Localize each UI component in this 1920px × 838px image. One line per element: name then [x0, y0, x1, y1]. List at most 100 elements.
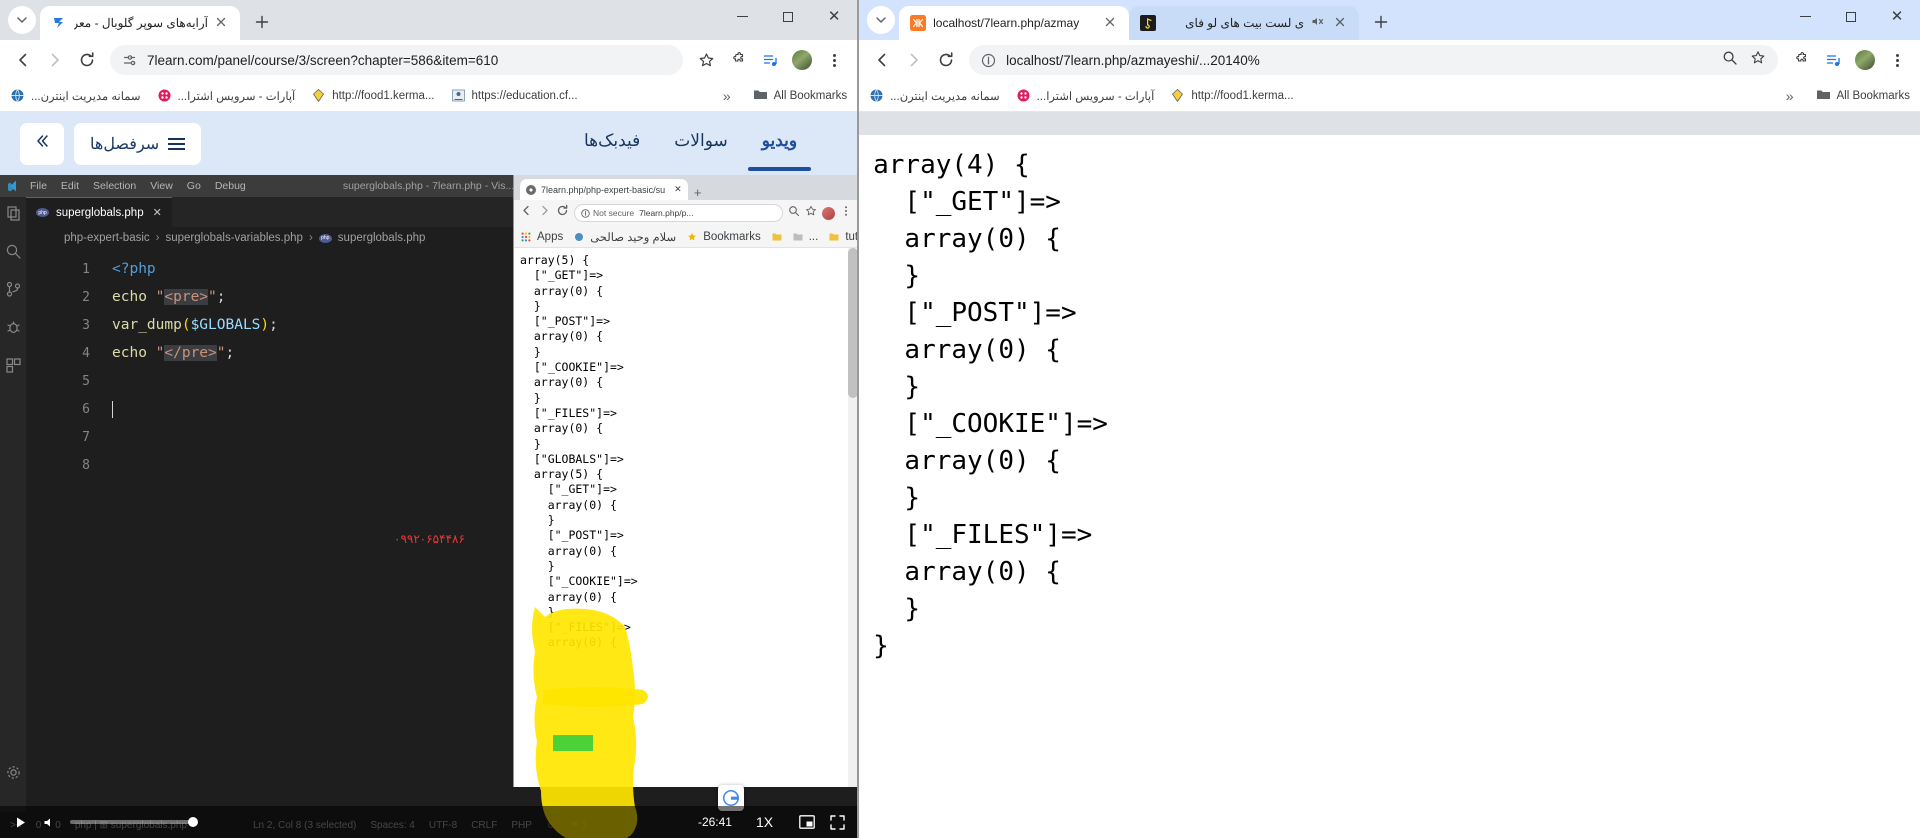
- bookmark-item[interactable]: https://education.cf...: [451, 88, 578, 103]
- site-settings-icon[interactable]: [122, 53, 137, 68]
- inner-bookmark-salam[interactable]: سلام وحید صالحی: [574, 230, 676, 244]
- avatar-icon[interactable]: [1850, 45, 1880, 75]
- settings-gear-icon[interactable]: [3, 762, 23, 782]
- inner-browser-tab[interactable]: 7learn.php/php-expert-basic/su ✕: [520, 179, 688, 200]
- close-icon[interactable]: ✕: [153, 206, 162, 219]
- video-player[interactable]: superglobals.php - 7learn.php - Vis... F…: [0, 175, 858, 838]
- browser-tab[interactable]: آرایه‌های سوپر گلوبال - معرفی سا: [40, 6, 240, 40]
- breadcrumb-item-2[interactable]: superglobals-variables.php: [166, 232, 303, 244]
- tab-feedbacks[interactable]: فیدبک‌ها: [584, 131, 640, 157]
- menu-file[interactable]: File: [30, 180, 47, 192]
- bookmark-item[interactable]: http://food1.kerma...: [1170, 88, 1294, 103]
- new-tab-button[interactable]: [1367, 8, 1395, 36]
- close-icon[interactable]: [215, 15, 231, 31]
- info-circle-icon[interactable]: [981, 53, 996, 68]
- breadcrumb-item-3[interactable]: superglobals.php: [338, 232, 426, 244]
- forward-arrow-icon[interactable]: [899, 45, 929, 75]
- close-icon[interactable]: [1334, 15, 1350, 31]
- collapse-sidebar-button[interactable]: [20, 122, 64, 165]
- close-icon[interactable]: [1104, 15, 1120, 31]
- menu-debug[interactable]: Debug: [215, 180, 246, 192]
- inner-bookmark-bookmarks[interactable]: Bookmarks: [687, 231, 761, 243]
- source-control-icon[interactable]: [3, 279, 23, 299]
- menu-view[interactable]: View: [150, 180, 173, 192]
- not-secure-indicator[interactable]: Not secure: [581, 208, 634, 218]
- media-list-icon[interactable]: [1818, 45, 1848, 75]
- all-bookmarks-button[interactable]: All Bookmarks: [753, 88, 847, 104]
- extensions-icon[interactable]: [3, 355, 23, 375]
- inner-bookmark-folder-2[interactable]: ...: [793, 231, 818, 243]
- tab-search-button[interactable]: [8, 6, 36, 34]
- left-address-bar[interactable]: 7learn.com/panel/course/3/screen?chapter…: [110, 45, 684, 75]
- picture-in-picture-icon[interactable]: [797, 812, 817, 832]
- close-icon[interactable]: ✕: [674, 184, 682, 195]
- play-icon[interactable]: [10, 812, 30, 832]
- menu-edit[interactable]: Edit: [61, 180, 79, 192]
- back-arrow-icon[interactable]: [8, 45, 38, 75]
- tab-questions[interactable]: سوالات: [674, 131, 727, 157]
- reload-icon[interactable]: [931, 45, 961, 75]
- playback-speed-button[interactable]: 1X: [756, 814, 773, 830]
- tab-search-button[interactable]: [867, 6, 896, 34]
- all-bookmarks-button[interactable]: All Bookmarks: [1816, 88, 1910, 104]
- bookmark-item[interactable]: سمانه مدیریت اینترن...: [10, 88, 141, 103]
- volume-slider[interactable]: [70, 817, 198, 827]
- close-window-button[interactable]: ✕: [1874, 0, 1920, 33]
- star-icon[interactable]: [691, 45, 721, 75]
- breadcrumb-item-1[interactable]: php-expert-basic: [64, 232, 150, 244]
- minimize-button[interactable]: [1782, 0, 1828, 33]
- search-icon[interactable]: [3, 241, 23, 261]
- star-icon[interactable]: [805, 204, 817, 222]
- three-dot-menu-icon[interactable]: [840, 204, 852, 222]
- fullscreen-icon[interactable]: [827, 812, 847, 832]
- maximize-button[interactable]: [1828, 0, 1874, 33]
- inner-bookmark-apps[interactable]: Apps: [521, 231, 563, 243]
- reload-icon[interactable]: [556, 204, 569, 222]
- volume-icon[interactable]: [40, 812, 60, 832]
- bookmarks-overflow-button[interactable]: »: [717, 88, 737, 104]
- media-list-icon[interactable]: [755, 45, 785, 75]
- star-icon[interactable]: [1750, 50, 1766, 71]
- mute-tab-icon[interactable]: [1311, 15, 1327, 31]
- browser-tab-inactive[interactable]: ی لست بیت های لو فای: [1129, 6, 1360, 40]
- avatar-icon[interactable]: [822, 206, 835, 220]
- explorer-icon[interactable]: [3, 203, 23, 223]
- minimize-button[interactable]: [719, 0, 765, 33]
- forward-arrow-icon[interactable]: [40, 45, 70, 75]
- extensions-puzzle-icon[interactable]: [723, 45, 753, 75]
- maximize-button[interactable]: [765, 0, 811, 33]
- bookmarks-overflow-button[interactable]: »: [1780, 88, 1800, 104]
- inner-bookmark-tuts[interactable]: tuts: [829, 231, 857, 243]
- inner-scrollbar[interactable]: [848, 248, 858, 787]
- bookmark-item[interactable]: آپارات - سرویس اشترا...: [157, 88, 295, 103]
- debug-icon[interactable]: [3, 317, 23, 337]
- reload-icon[interactable]: [72, 45, 102, 75]
- avatar-icon[interactable]: [787, 45, 817, 75]
- inner-new-tab-button[interactable]: +: [688, 185, 708, 200]
- editor-tab-superglobals[interactable]: php superglobals.php ✕: [26, 197, 172, 227]
- tab-video[interactable]: ویدیو: [747, 131, 812, 171]
- close-window-button[interactable]: ✕: [811, 0, 857, 33]
- bookmark-item[interactable]: سمانه مدیریت اینترن...: [869, 88, 1000, 103]
- right-address-bar[interactable]: localhost/7learn.php/azmayeshi/...20140%: [969, 45, 1778, 75]
- zoom-magnifier-icon[interactable]: [1722, 50, 1738, 71]
- bookmark-item[interactable]: آپارات - سرویس اشترا...: [1016, 88, 1154, 103]
- syllabus-button[interactable]: سرفصل‌ها: [74, 122, 202, 165]
- three-dot-menu-icon[interactable]: [819, 45, 849, 75]
- inner-bookmark-folder-1[interactable]: [772, 232, 782, 242]
- extensions-puzzle-icon[interactable]: [1786, 45, 1816, 75]
- three-dot-menu-icon[interactable]: [1882, 45, 1912, 75]
- forward-arrow-icon[interactable]: [538, 204, 551, 222]
- volume-slider-knob[interactable]: [188, 817, 198, 827]
- back-arrow-icon[interactable]: [520, 204, 533, 222]
- new-tab-button[interactable]: [248, 8, 276, 36]
- inner-address-bar[interactable]: Not secure 7learn.php/p...: [574, 204, 783, 222]
- menu-go[interactable]: Go: [187, 180, 201, 192]
- menu-selection[interactable]: Selection: [93, 180, 136, 192]
- inner-scrollbar-thumb[interactable]: [848, 248, 858, 398]
- back-arrow-icon[interactable]: [867, 45, 897, 75]
- bookmark-item[interactable]: http://food1.kerma...: [311, 88, 435, 103]
- browser-tab-active[interactable]: localhost/7learn.php/azmay: [899, 6, 1130, 40]
- apps-grid-icon: [521, 232, 531, 242]
- zoom-magnifier-icon[interactable]: [788, 204, 800, 222]
